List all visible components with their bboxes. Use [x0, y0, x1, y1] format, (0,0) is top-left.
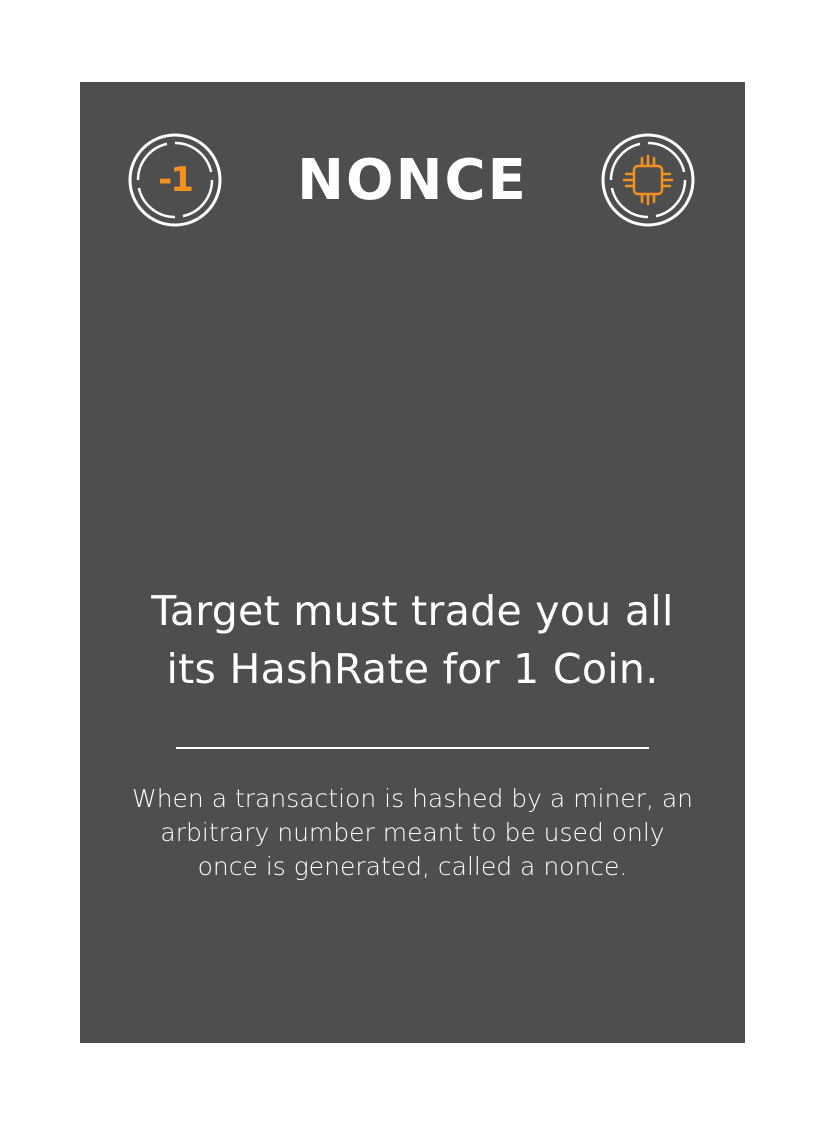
- type-badge: [600, 132, 696, 228]
- card-title: NONCE: [297, 147, 528, 213]
- effect-line: Target must trade you all: [151, 587, 674, 635]
- effect-line: its HashRate for 1 Coin.: [166, 645, 659, 693]
- nonce-card: -1 NONCE Target must trade you all its H…: [80, 82, 745, 1043]
- cost-value: -1: [158, 160, 194, 200]
- card-effect: Target must trade you all its HashRate f…: [110, 582, 715, 698]
- flavor-line: When a transaction is hashed by a miner,…: [131, 784, 694, 813]
- divider: [176, 747, 649, 749]
- card-flavor-text: When a transaction is hashed by a miner,…: [110, 782, 715, 884]
- cost-badge: -1: [127, 132, 223, 228]
- flavor-line: once is generated, called a nonce.: [197, 852, 628, 881]
- flavor-line: arbitrary number meant to be used only: [160, 818, 665, 847]
- cpu-chip-icon: [601, 133, 695, 227]
